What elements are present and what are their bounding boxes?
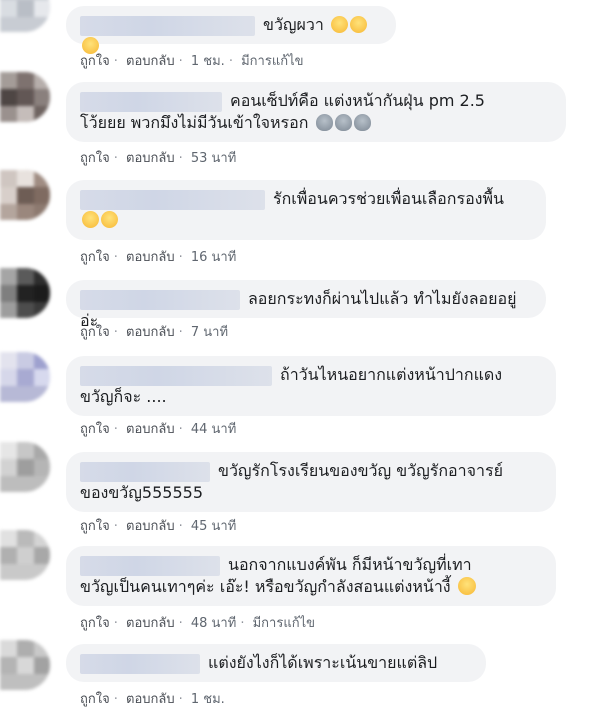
avatar[interactable] <box>0 352 50 402</box>
avatar[interactable] <box>0 268 50 318</box>
reply-link[interactable]: ตอบกลับ <box>126 54 175 69</box>
comment-actions: ถูกใจ · ตอบกลับ · 7 นาที <box>80 325 229 340</box>
timestamp[interactable]: 44 นาที <box>191 422 236 437</box>
timestamp[interactable]: 53 นาที <box>191 151 236 166</box>
comment-bubble: คอนเซ็ปท์คือ แต่งหน้ากันฝุ่น pm 2.5 โว้ย… <box>66 82 566 142</box>
author-name[interactable] <box>80 189 265 210</box>
author-name[interactable] <box>80 15 255 36</box>
comment-bubble: ขวัญผวา <box>66 6 396 54</box>
like-link[interactable]: ถูกใจ <box>80 692 110 707</box>
like-link[interactable]: ถูกใจ <box>80 519 110 534</box>
tongue-emoji-icon <box>101 211 118 228</box>
edited-label[interactable]: มีการแก้ไข <box>241 54 303 69</box>
author-name[interactable] <box>80 653 200 674</box>
comment-text: แต่งยังไงก็ได้เพราะเน้นขายแต่ลิป <box>208 653 438 672</box>
comment-actions: ถูกใจ · ตอบกลับ · 1 ชม. <box>80 692 225 707</box>
like-link[interactable]: ถูกใจ <box>80 616 110 631</box>
reply-link[interactable]: ตอบกลับ <box>126 616 175 631</box>
reply-link[interactable]: ตอบกลับ <box>126 325 175 340</box>
avatar[interactable] <box>0 442 50 492</box>
timestamp[interactable]: 1 ชม. <box>191 692 225 707</box>
comment-actions: ถูกใจ · ตอบกลับ · 53 นาที <box>80 151 237 166</box>
comment-bubble: นอกจากแบงค์พัน ก็มีหน้าขวัญที่เทา ขวัญเป… <box>66 546 556 606</box>
comment-bubble: ถ้าวันไหนอยากแต่งหน้าปากแดง ขวัญก็จะ ...… <box>66 356 556 416</box>
comment-text: รักเพื่อนควรช่วยเพื่อนเลือกรองพื้น <box>273 189 504 208</box>
edited-label[interactable]: มีการแก้ไข <box>253 616 315 631</box>
like-link[interactable]: ถูกใจ <box>80 325 110 340</box>
reply-link[interactable]: ตอบกลับ <box>126 250 175 265</box>
timestamp[interactable]: 16 นาที <box>191 250 236 265</box>
timestamp[interactable]: 7 นาที <box>191 325 228 340</box>
alien-emoji-icon <box>353 114 371 131</box>
reply-link[interactable]: ตอบกลับ <box>126 422 175 437</box>
alien-emoji-icon <box>315 114 333 131</box>
comment-text: ขวัญผวา <box>263 15 324 34</box>
author-name[interactable] <box>80 289 240 310</box>
alien-emoji-icon <box>334 114 352 131</box>
like-link[interactable]: ถูกใจ <box>80 54 110 69</box>
like-link[interactable]: ถูกใจ <box>80 151 110 166</box>
comment-actions: ถูกใจ · ตอบกลับ · 16 นาที <box>80 250 237 265</box>
timestamp[interactable]: 45 นาที <box>191 519 236 534</box>
avatar[interactable] <box>0 530 50 580</box>
author-name[interactable] <box>80 555 220 576</box>
tongue-emoji-icon <box>82 211 99 228</box>
comment-actions: ถูกใจ · ตอบกลับ · 44 นาที <box>80 422 237 437</box>
worried-emoji-icon <box>457 577 476 595</box>
comment-bubble: รักเพื่อนควรช่วยเพื่อนเลือกรองพื้น <box>66 180 546 240</box>
reply-link[interactable]: ตอบกลับ <box>126 151 175 166</box>
author-name[interactable] <box>80 91 222 112</box>
timestamp[interactable]: 48 นาที <box>191 616 236 631</box>
author-name[interactable] <box>80 461 210 482</box>
avatar[interactable] <box>0 640 50 690</box>
author-name[interactable] <box>80 365 272 386</box>
comment-actions: ถูกใจ · ตอบกลับ · 1 ชม. · มีการแก้ไข <box>80 54 304 69</box>
comment-actions: ถูกใจ · ตอบกลับ · 45 นาที <box>80 519 237 534</box>
comment-bubble: ลอยกระทงก็ผ่านไปแล้ว ทำไมยังลอยอยู่อ่ะ <box>66 280 546 330</box>
comment-actions: ถูกใจ · ตอบกลับ · 48 นาที · มีการแก้ไข <box>80 616 315 631</box>
like-link[interactable]: ถูกใจ <box>80 250 110 265</box>
like-link[interactable]: ถูกใจ <box>80 422 110 437</box>
avatar[interactable] <box>0 170 50 220</box>
comment-bubble: แต่งยังไงก็ได้เพราะเน้นขายแต่ลิป <box>66 644 486 682</box>
grinning-emoji-icon <box>350 16 367 33</box>
reply-link[interactable]: ตอบกลับ <box>126 519 175 534</box>
reply-link[interactable]: ตอบกลับ <box>126 692 175 707</box>
avatar[interactable] <box>0 72 50 122</box>
avatar[interactable] <box>0 0 50 32</box>
timestamp[interactable]: 1 ชม. <box>191 54 225 69</box>
grinning-emoji-icon <box>331 16 348 33</box>
comment-bubble: ขวัญรักโรงเรียนของขวัญ ขวัญรักอาจารย์ ขอ… <box>66 452 556 512</box>
